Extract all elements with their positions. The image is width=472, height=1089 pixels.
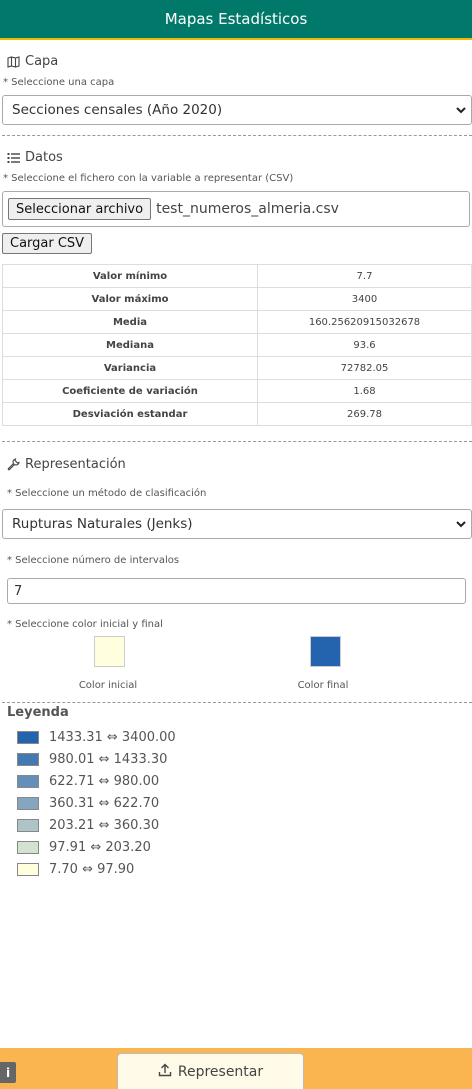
legend-color-swatch — [17, 730, 39, 744]
table-row: Desviación estandar 269.78 — [2, 402, 472, 426]
initial-color-picker[interactable] — [94, 636, 125, 667]
capa-section-title: Capa — [7, 54, 58, 69]
stat-value: 160.25620915032678 — [257, 310, 472, 334]
legend-item: 622.71 ⇔ 980.00 — [17, 770, 176, 792]
represent-button-label: Representar — [177, 1063, 264, 1080]
wrench-icon — [7, 458, 20, 471]
chevron-down-icon — [455, 518, 467, 534]
legend-range: 97.91 ⇔ 203.20 — [49, 839, 151, 855]
intervals-hint: * Seleccione número de intervalos — [7, 555, 180, 566]
legend-range: 360.31 ⇔ 622.70 — [49, 795, 160, 811]
legend-title: Leyenda — [7, 705, 69, 720]
table-row: Variancia 72782.05 — [2, 356, 472, 380]
table-row: Media 160.25620915032678 — [2, 310, 472, 334]
legend-item: 1433.31 ⇔ 3400.00 — [17, 726, 176, 748]
section-divider — [2, 441, 472, 442]
legend-range: 980.01 ⇔ 1433.30 — [49, 751, 168, 767]
capa-title-label: Capa — [25, 54, 59, 69]
stat-value: 7.7 — [257, 264, 472, 288]
load-csv-button[interactable]: Cargar CSV — [2, 233, 93, 254]
stat-value: 72782.05 — [257, 356, 472, 380]
legend-color-swatch — [17, 752, 39, 766]
capa-hint: * Seleccione una capa — [3, 77, 115, 88]
legend-range: 1433.31 ⇔ 3400.00 — [49, 729, 176, 745]
datos-hint: * Seleccione el fichero con la variable … — [3, 173, 294, 184]
table-row: Valor mínimo 7.7 — [2, 264, 472, 288]
intervals-input[interactable]: 7 — [7, 578, 466, 604]
file-input[interactable]: Seleccionar archivo test_numeros_almeria… — [2, 191, 470, 227]
initial-color-label: Color inicial — [78, 680, 138, 691]
app-header: Mapas Estadísticos — [0, 0, 472, 40]
final-color-picker[interactable] — [310, 636, 341, 667]
legend-list: 1433.31 ⇔ 3400.00 980.01 ⇔ 1433.30 622.7… — [17, 726, 176, 880]
legend-range: 203.21 ⇔ 360.30 — [49, 817, 160, 833]
stat-value: 269.78 — [257, 402, 472, 426]
stat-label: Media — [2, 310, 258, 334]
stat-label: Mediana — [2, 333, 258, 357]
classification-method-select[interactable]: Rupturas Naturales (Jenks) — [2, 509, 472, 539]
upload-icon — [158, 1063, 172, 1081]
stats-table: Valor mínimo 7.7 Valor máximo 3400 Media 16… — [2, 264, 472, 426]
legend-item: 980.01 ⇔ 1433.30 — [17, 748, 176, 770]
map-icon — [7, 55, 20, 68]
table-row: Valor máximo 3400 — [2, 287, 472, 311]
legend-color-swatch — [17, 840, 39, 854]
method-hint: * Seleccione un método de clasificación — [7, 488, 207, 499]
stat-value: 93.6 — [257, 333, 472, 357]
datos-title-label: Datos — [25, 150, 63, 165]
table-row: Mediana 93.6 — [2, 333, 472, 357]
section-divider — [2, 702, 472, 703]
chevron-down-icon — [455, 104, 467, 120]
table-row: Coeficiente de variación 1.68 — [2, 379, 472, 403]
legend-item: 7.70 ⇔ 97.90 — [17, 858, 176, 880]
app-title: Mapas Estadísticos — [164, 10, 308, 28]
layer-select-value: Secciones censales (Año 2020) — [12, 102, 223, 118]
legend-item: 203.21 ⇔ 360.30 — [17, 814, 176, 836]
layer-select[interactable]: Secciones censales (Año 2020) — [2, 95, 472, 125]
color-hint: * Seleccione color inicial y final — [7, 619, 163, 630]
section-divider — [2, 135, 472, 136]
legend-color-swatch — [17, 774, 39, 788]
classification-method-value: Rupturas Naturales (Jenks) — [12, 516, 193, 532]
represent-button[interactable]: Representar — [117, 1053, 304, 1089]
legend-item: 97.91 ⇔ 203.20 — [17, 836, 176, 858]
stat-value: 3400 — [257, 287, 472, 311]
select-file-button[interactable]: Seleccionar archivo — [8, 198, 152, 220]
legend-color-swatch — [17, 862, 39, 876]
legend-item: 360.31 ⇔ 622.70 — [17, 792, 176, 814]
intervals-value: 7 — [14, 583, 23, 599]
representacion-section-title: Representación — [7, 457, 126, 472]
final-color-label: Color final — [297, 680, 349, 691]
stat-label: Desviación estandar — [2, 402, 258, 426]
stat-value: 1.68 — [257, 379, 472, 403]
stat-label: Valor mínimo — [2, 264, 258, 288]
legend-color-swatch — [17, 796, 39, 810]
list-icon — [7, 152, 20, 164]
representacion-title-label: Representación — [25, 457, 126, 472]
stat-label: Coeficiente de variación — [2, 379, 258, 403]
info-button[interactable]: i — [0, 1062, 16, 1083]
stat-label: Variancia — [2, 356, 258, 380]
legend-range: 622.71 ⇔ 980.00 — [49, 773, 160, 789]
file-name: test_numeros_almeria.csv — [156, 201, 339, 217]
legend-color-swatch — [17, 818, 39, 832]
stat-label: Valor máximo — [2, 287, 258, 311]
datos-section-title: Datos — [7, 150, 63, 165]
legend-range: 7.70 ⇔ 97.90 — [49, 861, 135, 877]
